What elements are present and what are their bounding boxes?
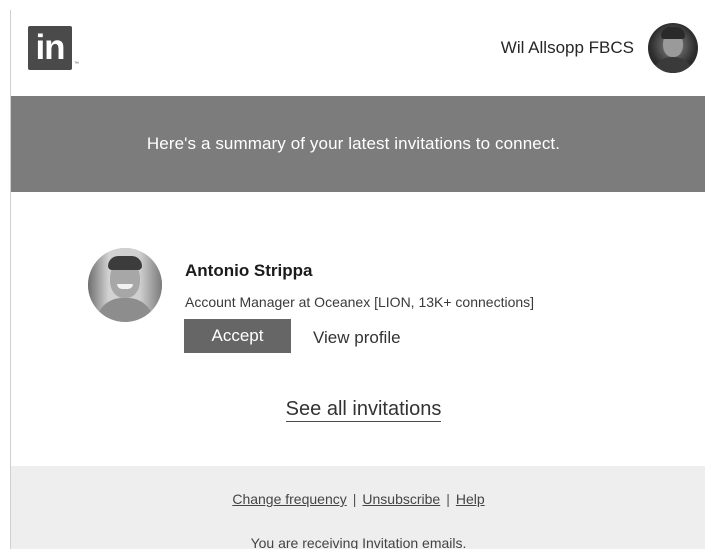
linkedin-logo-icon[interactable]: in <box>28 26 72 70</box>
avatar-hair <box>661 27 685 39</box>
avatar-hair <box>108 256 142 270</box>
summary-banner: Here's a summary of your latest invitati… <box>11 96 705 192</box>
user-name: Wil Allsopp FBCS <box>500 38 634 57</box>
avatar-shoulders <box>652 57 694 73</box>
invitation-card: Antonio Strippa Account Manager at Ocean… <box>11 192 705 466</box>
logo-trademark: ™ <box>74 61 79 67</box>
footer-separator: | <box>446 491 450 507</box>
footer-separator: | <box>352 491 357 507</box>
user-avatar[interactable] <box>648 23 698 73</box>
inviter-headline: Account Manager at Oceanex [LION, 13K+ c… <box>185 294 535 310</box>
view-profile-link[interactable]: View profile <box>313 328 401 348</box>
email-footer: Change frequency | Unsubscribe | Help You ar… <box>11 466 705 549</box>
see-all-invitations-link[interactable]: See all invitations <box>285 398 442 422</box>
avatar-smile <box>117 284 133 289</box>
email-header: in ™ Wil Allsopp FBCS <box>11 10 705 96</box>
inviter-avatar[interactable] <box>88 248 162 322</box>
banner-text: Here's a summary of your latest invitati… <box>146 134 561 153</box>
inviter-name[interactable]: Antonio Strippa <box>185 261 312 281</box>
see-all-container: See all invitations <box>11 398 705 422</box>
unsubscribe-link[interactable]: Unsubscribe <box>362 491 440 507</box>
footer-note: You are receiving Invitation emails. <box>250 535 467 549</box>
email-frame: in ™ Wil Allsopp FBCS Here's a summary o… <box>10 10 705 549</box>
help-link[interactable]: Help <box>456 491 485 507</box>
change-frequency-link[interactable]: Change frequency <box>232 491 346 507</box>
footer-links: Change frequency | Unsubscribe | Help <box>11 491 705 507</box>
accept-button[interactable]: Accept <box>184 319 291 353</box>
